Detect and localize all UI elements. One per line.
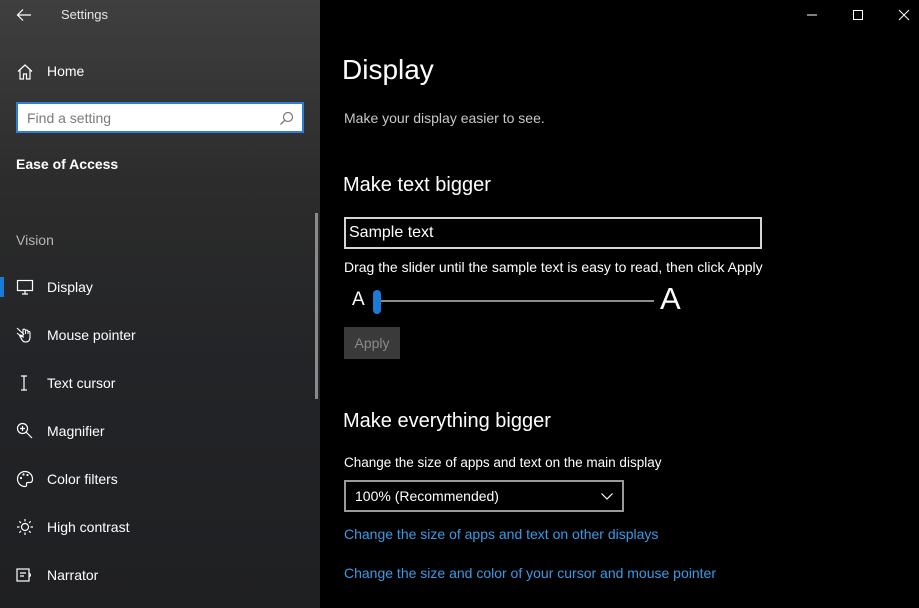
selection-indicator xyxy=(0,277,4,297)
back-button[interactable] xyxy=(12,4,36,26)
scale-label: Change the size of apps and text on the … xyxy=(344,455,662,470)
monitor-icon xyxy=(16,279,34,295)
slider-thumb[interactable] xyxy=(373,290,381,314)
apply-button[interactable]: Apply xyxy=(344,327,400,359)
sidebar: Settings Home Ease of Access Vision Disp… xyxy=(0,0,320,608)
sidebar-item-display[interactable]: Display xyxy=(0,267,316,307)
group-label-vision: Vision xyxy=(16,232,54,248)
search-input[interactable] xyxy=(18,104,268,131)
chevron-down-icon xyxy=(601,493,613,500)
slider-min-label: A xyxy=(352,289,365,310)
text-size-slider[interactable] xyxy=(373,290,654,314)
slider-track xyxy=(373,300,654,302)
sidebar-item-high-contrast[interactable]: High contrast xyxy=(0,507,316,547)
page-title: Display xyxy=(342,54,434,85)
close-button[interactable] xyxy=(881,0,919,30)
app-title: Settings xyxy=(61,7,108,22)
sample-text-box: Sample text xyxy=(344,217,762,249)
heading-make-everything-bigger: Make everything bigger xyxy=(343,410,551,432)
sidebar-item-text-cursor[interactable]: Text cursor xyxy=(0,363,316,403)
slider-hint: Drag the slider until the sample text is… xyxy=(344,259,763,275)
maximize-icon xyxy=(853,10,863,20)
search-box xyxy=(16,102,304,133)
sidebar-item-label: Narrator xyxy=(47,567,99,583)
sidebar-item-label: Text cursor xyxy=(47,375,116,391)
palette-icon xyxy=(16,470,34,488)
sidebar-item-magnifier[interactable]: Magnifier xyxy=(0,411,316,451)
sidebar-item-label: Home xyxy=(47,63,85,79)
narrator-icon xyxy=(16,568,32,582)
sidebar-item-color-filters[interactable]: Color filters xyxy=(0,459,316,499)
sidebar-item-label: High contrast xyxy=(47,519,130,535)
titlebar: Settings xyxy=(0,0,320,30)
sun-icon xyxy=(17,519,33,535)
home-icon xyxy=(17,64,33,80)
maximize-button[interactable] xyxy=(835,0,881,30)
minimize-icon xyxy=(807,14,817,16)
mouse-pointer-icon xyxy=(16,327,31,343)
close-icon xyxy=(898,9,910,21)
page-subtitle: Make your display easier to see. xyxy=(344,110,545,126)
sidebar-item-mouse-pointer[interactable]: Mouse pointer xyxy=(0,315,316,355)
scale-dropdown[interactable]: 100% (Recommended) xyxy=(344,480,624,512)
sidebar-item-narrator[interactable]: Narrator xyxy=(0,555,316,595)
sidebar-scrollbar[interactable] xyxy=(315,213,318,399)
text-cursor-icon xyxy=(21,375,27,391)
minimize-button[interactable] xyxy=(789,0,835,30)
sidebar-item-home[interactable]: Home xyxy=(0,56,320,86)
magnifier-icon xyxy=(16,422,33,439)
link-cursor-settings[interactable]: Change the size and color of your cursor… xyxy=(344,565,716,581)
sidebar-item-label: Magnifier xyxy=(47,423,105,439)
dropdown-value: 100% (Recommended) xyxy=(355,488,499,504)
slider-max-label: A xyxy=(660,281,681,316)
search-icon[interactable] xyxy=(279,111,294,126)
sidebar-item-label: Mouse pointer xyxy=(47,327,136,343)
sidebar-item-label: Display xyxy=(47,279,93,295)
main-content: Display Make your display easier to see.… xyxy=(320,0,919,608)
heading-make-text-bigger: Make text bigger xyxy=(343,174,491,196)
link-other-displays[interactable]: Change the size of apps and text on othe… xyxy=(344,526,658,542)
section-title: Ease of Access xyxy=(16,156,119,172)
back-arrow-icon xyxy=(16,9,31,21)
sidebar-item-label: Color filters xyxy=(47,471,118,487)
